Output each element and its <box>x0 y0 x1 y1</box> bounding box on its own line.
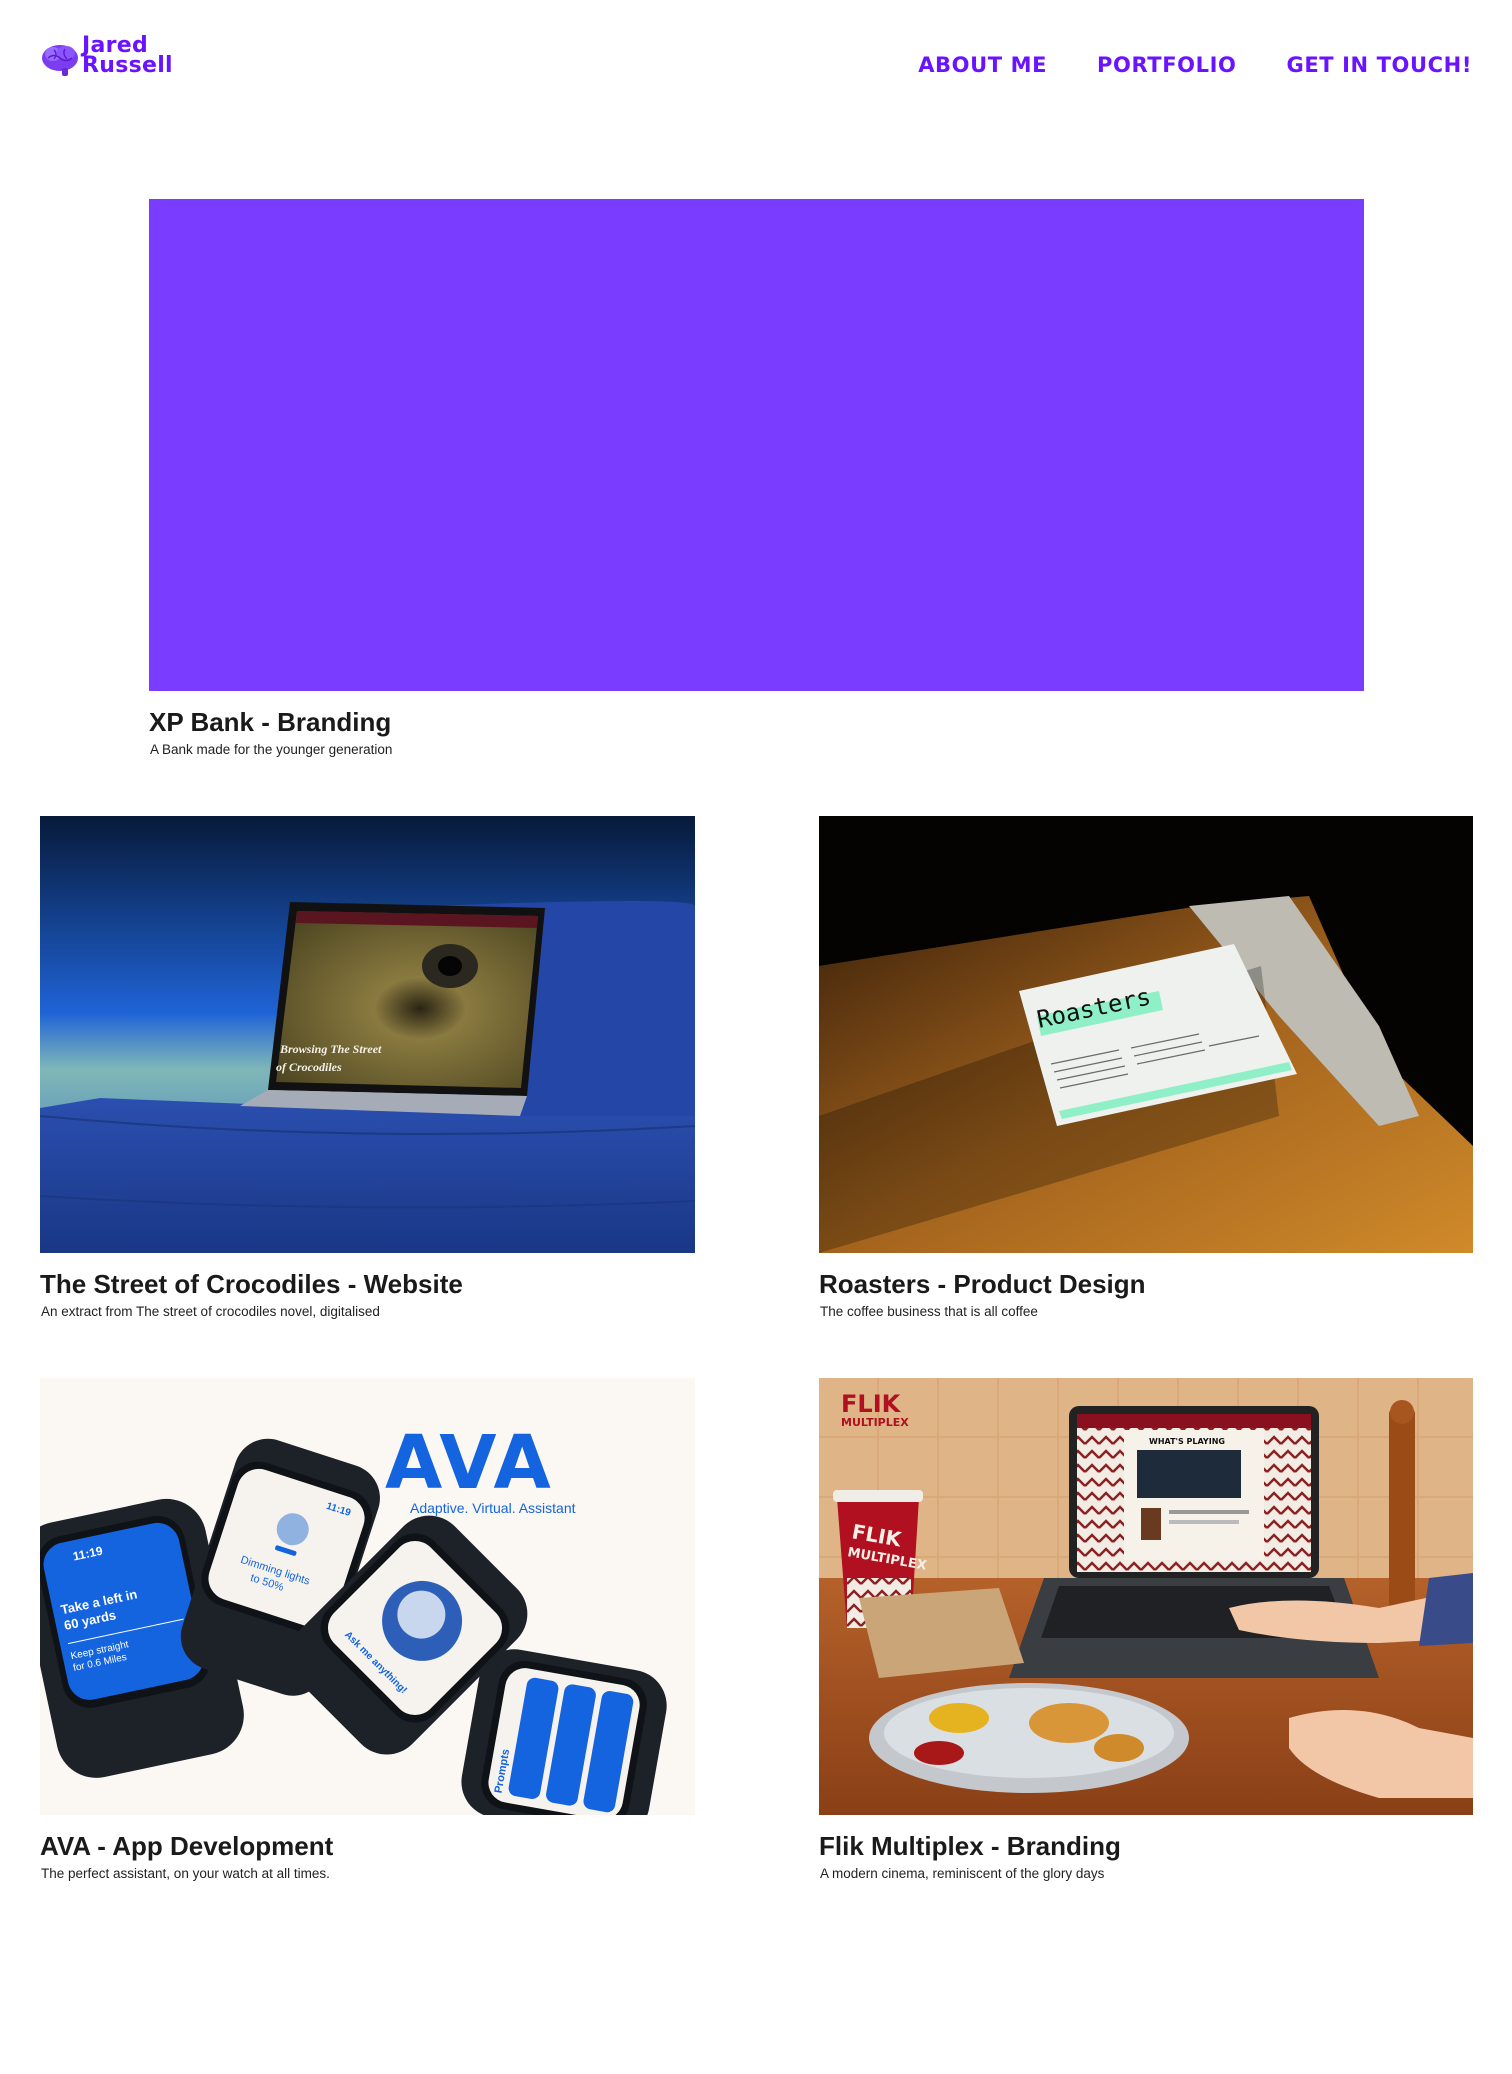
ava-tagline: Adaptive. Virtual. Assistant <box>410 1500 576 1516</box>
project-title: Roasters - Product Design <box>819 1269 1146 1299</box>
project-card-street-of-crocodiles[interactable]: Browsing The Street of Crocodiles The St… <box>40 816 695 1321</box>
nav-about-me[interactable]: ABOUT ME <box>918 53 1047 77</box>
brain-icon <box>42 45 78 76</box>
flik-brand-line1: FLIK <box>841 1390 902 1418</box>
project-card-roasters[interactable]: Roasters Roasters - Product Design The c… <box>819 816 1473 1321</box>
project-subtitle: The coffee business that is all coffee <box>820 1304 1038 1319</box>
main-nav: ABOUT ME PORTFOLIO GET IN TOUCH! <box>918 53 1472 77</box>
ava-image: AVA Adaptive. Virtual. Assistant 11:19 T… <box>40 1378 695 1815</box>
roasters-image: Roasters <box>819 816 1473 1253</box>
project-card-xp-bank[interactable]: XP Bank - Branding A Bank made for the y… <box>149 199 1364 759</box>
project-subtitle: An extract from The street of crocodiles… <box>41 1304 380 1319</box>
ava-logo: AVA <box>385 1420 553 1506</box>
flik-screen-heading: WHAT'S PLAYING <box>1149 1437 1225 1446</box>
screen-text-line2: of Crocodiles <box>276 1060 342 1074</box>
logo-text: Jared Russell <box>82 35 173 78</box>
project-subtitle: A modern cinema, reminiscent of the glor… <box>820 1866 1105 1881</box>
project-card-flik-multiplex[interactable]: FLIK MULTIPLEX WHAT'S PLAYING FLIK MULTI… <box>819 1378 1473 1883</box>
crocodiles-image: Browsing The Street of Crocodiles <box>40 816 695 1253</box>
flik-brand-line2: MULTIPLEX <box>841 1416 909 1429</box>
screen-text-line1: Browsing The Street <box>279 1042 382 1056</box>
project-subtitle: The perfect assistant, on your watch at … <box>41 1866 330 1881</box>
project-card-ava[interactable]: AVA Adaptive. Virtual. Assistant 11:19 T… <box>40 1378 695 1883</box>
project-title: Flik Multiplex - Branding <box>819 1831 1121 1861</box>
logo-link[interactable]: Jared Russell <box>40 35 173 78</box>
nav-get-in-touch[interactable]: GET IN TOUCH! <box>1286 53 1472 77</box>
xp-bank-image <box>149 199 1364 691</box>
project-title: The Street of Crocodiles - Website <box>40 1269 463 1299</box>
logo-line2: Russell <box>82 53 173 78</box>
flik-image: FLIK MULTIPLEX WHAT'S PLAYING FLIK MULTI… <box>819 1378 1473 1815</box>
project-subtitle: A Bank made for the younger generation <box>150 742 393 757</box>
nav-portfolio[interactable]: PORTFOLIO <box>1097 53 1236 77</box>
project-title: XP Bank - Branding <box>149 707 392 737</box>
project-title: AVA - App Development <box>40 1831 334 1861</box>
